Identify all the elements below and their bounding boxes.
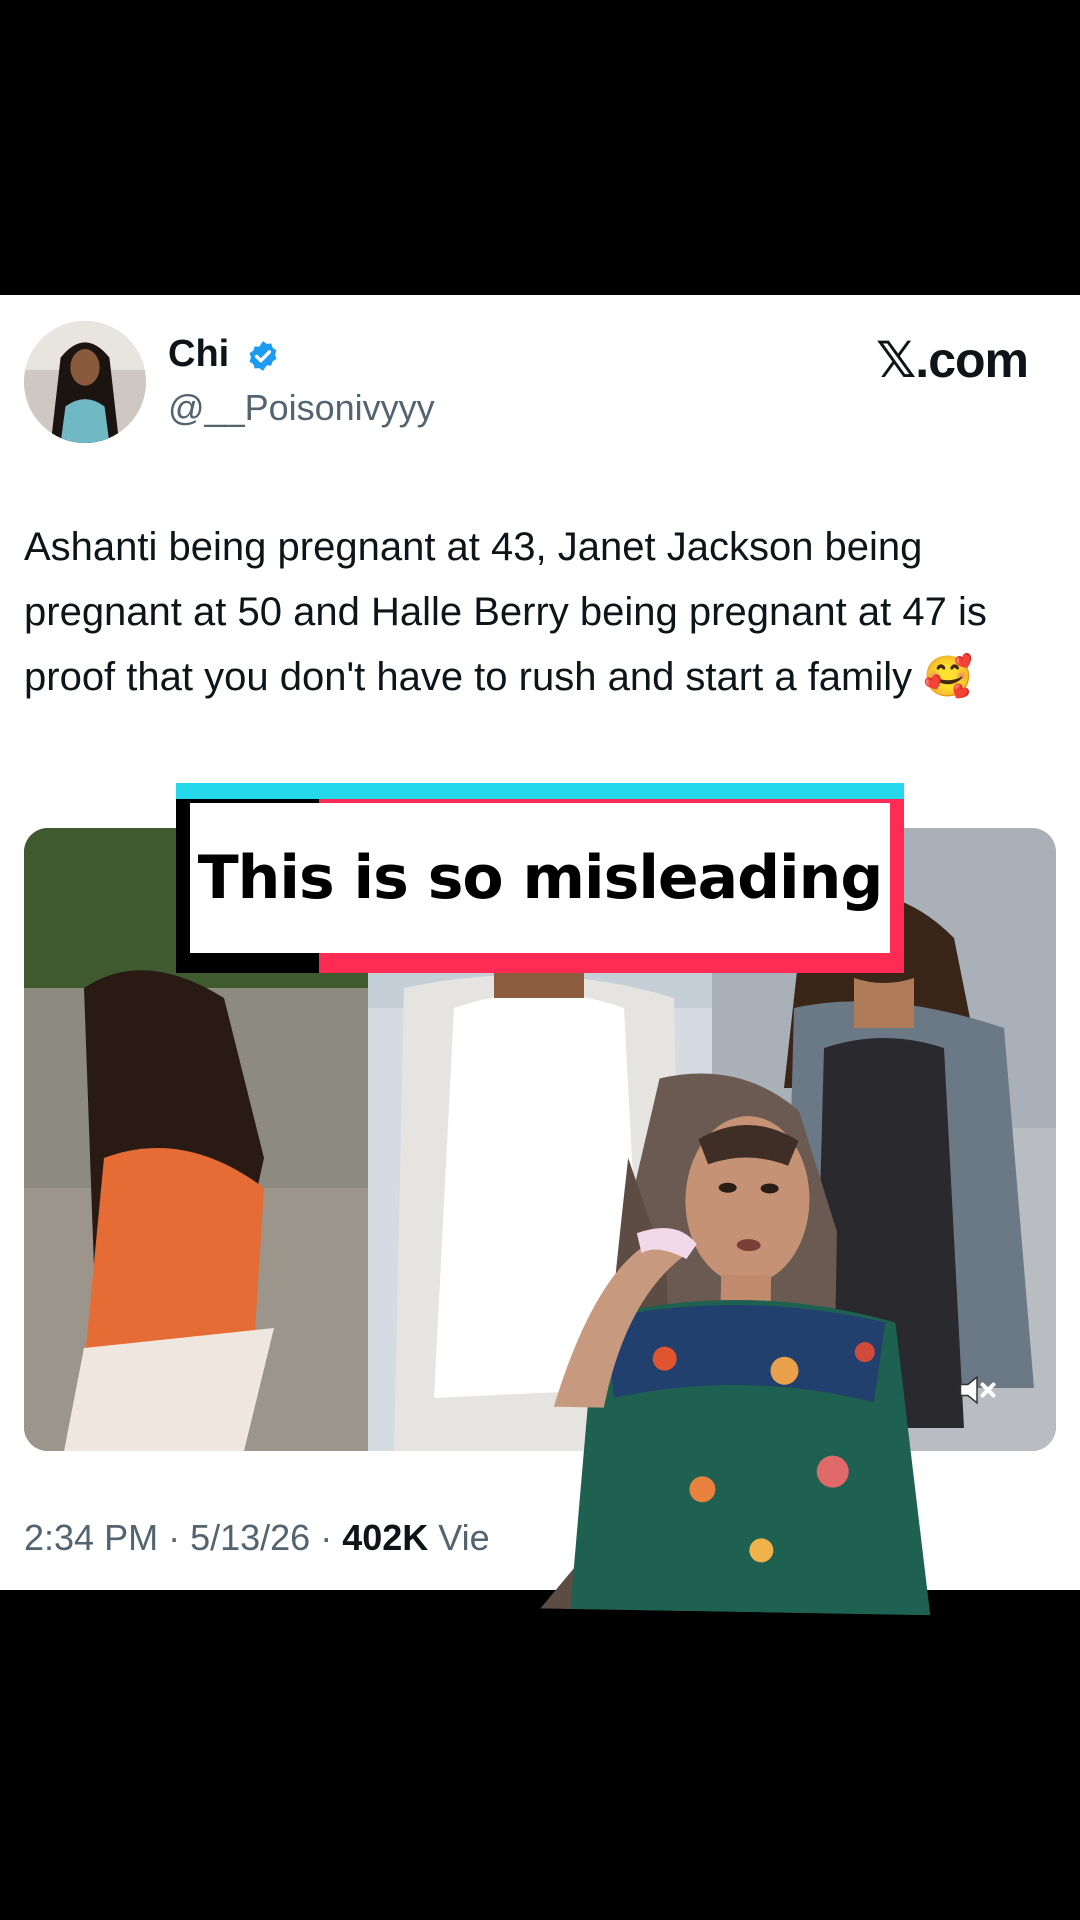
verified-badge-icon [249, 341, 277, 371]
display-name[interactable]: Chi [168, 333, 229, 376]
creator-cutout-image [540, 1073, 931, 1616]
x-brand-logo: 𝕏.com [876, 332, 1029, 388]
views-count[interactable]: 402K [342, 1517, 428, 1558]
creator-video-overlay[interactable] [530, 1066, 955, 1616]
video-caption-overlay: This is so misleading [176, 783, 904, 973]
profile-avatar[interactable] [24, 321, 146, 443]
meta-separator: · [310, 1517, 343, 1558]
views-label: Vie [438, 1517, 490, 1558]
avatar-image [24, 321, 146, 443]
speaker-muted-icon[interactable] [955, 1368, 999, 1412]
caption-text: This is so misleading [197, 843, 884, 913]
tweet-date: 5/13/26 [190, 1517, 311, 1558]
tweet-metadata: 2:34 PM · 5/13/26 · 402K Vie [24, 1517, 490, 1559]
tweet-time: 2:34 PM [24, 1517, 159, 1558]
tweet-text: Ashanti being pregnant at 43, Janet Jack… [24, 525, 987, 699]
caption-inner: This is so misleading [190, 803, 890, 953]
user-handle[interactable]: @__Poisonivyyy [168, 387, 435, 429]
meta-separator: · [158, 1517, 191, 1558]
